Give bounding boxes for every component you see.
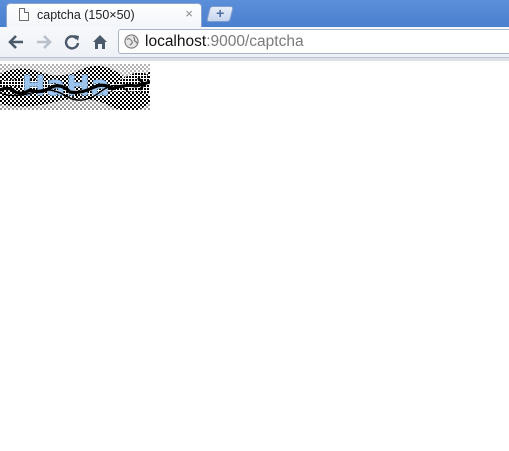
globe-icon bbox=[124, 34, 139, 49]
page-icon bbox=[19, 8, 29, 21]
reload-button[interactable] bbox=[61, 31, 83, 53]
url-text[interactable]: localhost:9000/captcha bbox=[145, 33, 304, 51]
url-host: localhost bbox=[145, 33, 207, 50]
toolbar: localhost:9000/captcha bbox=[0, 27, 509, 58]
forward-arrow-icon bbox=[37, 35, 52, 49]
home-icon bbox=[93, 35, 107, 49]
home-button[interactable] bbox=[89, 31, 111, 53]
reload-icon bbox=[64, 35, 80, 50]
url-path: :9000/captcha bbox=[206, 33, 304, 50]
forward-button[interactable] bbox=[33, 31, 55, 53]
address-bar[interactable]: localhost:9000/captcha bbox=[118, 29, 509, 54]
back-arrow-icon bbox=[8, 35, 23, 49]
tab-strip: captcha (150×50) × + bbox=[0, 0, 509, 28]
close-tab-icon[interactable]: × bbox=[185, 6, 193, 21]
tab-title: captcha (150×50) bbox=[37, 8, 135, 22]
tab-captcha[interactable]: captcha (150×50) × bbox=[6, 3, 202, 28]
plus-icon: + bbox=[216, 5, 225, 21]
captcha-image: HaHa bbox=[0, 64, 150, 110]
page-content: HaHa bbox=[0, 61, 509, 451]
back-button[interactable] bbox=[5, 31, 27, 53]
new-tab-button[interactable]: + bbox=[206, 5, 234, 22]
